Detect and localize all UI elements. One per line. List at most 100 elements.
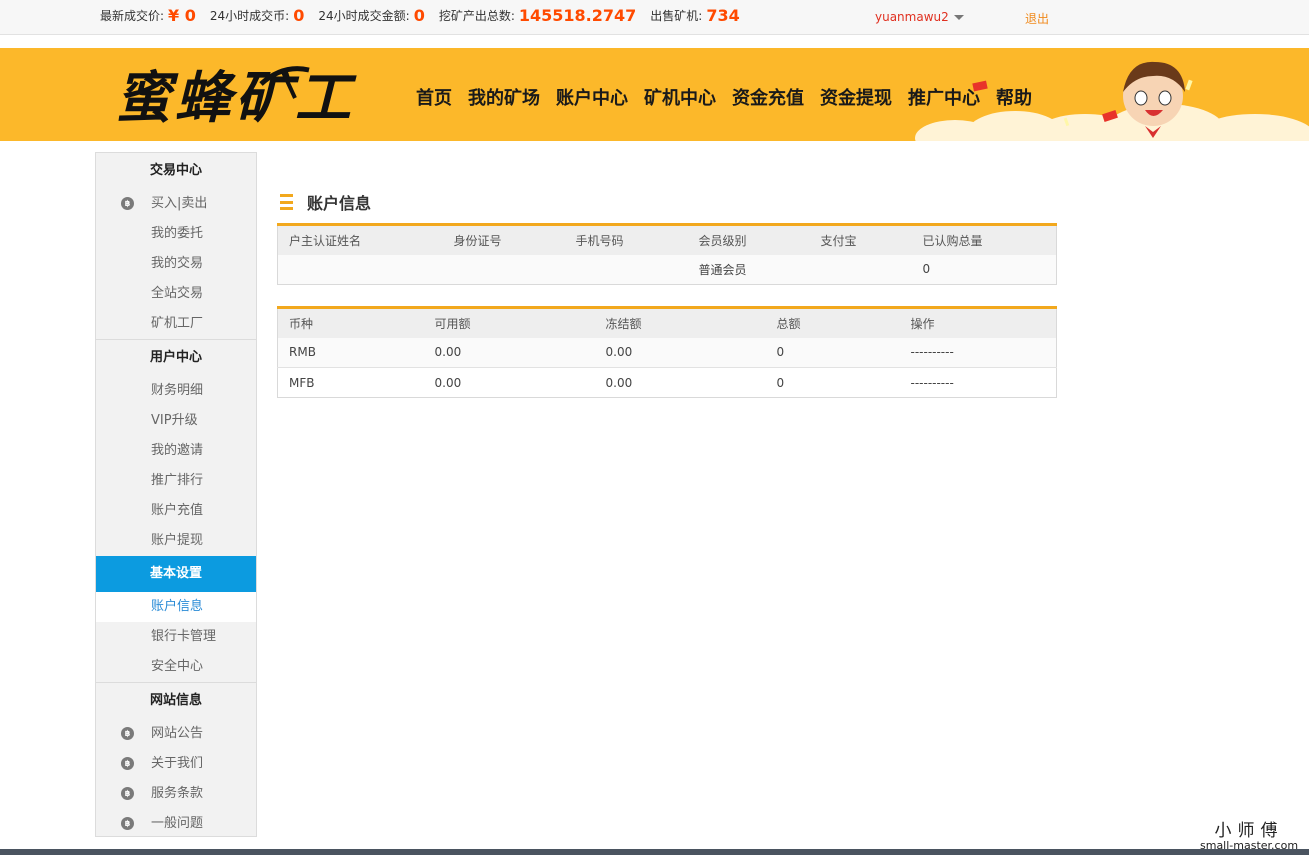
table-cell: ---------- bbox=[899, 367, 1057, 398]
coin-icon: ฿ bbox=[121, 787, 134, 800]
sidebar-item-label: 我的委托 bbox=[151, 226, 204, 241]
column-header: 已认购总量 bbox=[911, 224, 1057, 255]
column-header: 总额 bbox=[765, 307, 900, 338]
stat-label: 出售矿机: bbox=[650, 8, 703, 23]
stat-label: 24小时成交金额: bbox=[318, 8, 410, 23]
sidebar-item-label: 我的交易 bbox=[151, 256, 204, 271]
table-header-row: 户主认证姓名 身份证号 手机号码 会员级别 支付宝 已认购总量 bbox=[277, 224, 1057, 255]
top-stats-bar: 最新成交价: ¥ 0 24小时成交币: 0 24小时成交金额: 0 挖矿产出总数… bbox=[0, 0, 1309, 35]
logo-text: 蜜蜂矿工 bbox=[115, 65, 355, 131]
table-cell: 0.00 bbox=[423, 367, 595, 398]
stat-24h-amount: 24小时成交金额: 0 bbox=[318, 6, 424, 25]
sidebar-item-finance-detail[interactable]: 财务明细 bbox=[96, 376, 256, 406]
sidebar-item-account-info[interactable]: 账户信息 bbox=[96, 592, 256, 622]
column-header: 操作 bbox=[899, 307, 1057, 338]
watermark: 小师傅 small-master.com bbox=[1200, 816, 1298, 852]
sidebar-item-announcements[interactable]: ฿ 网站公告 bbox=[96, 719, 256, 749]
table-cell: MFB bbox=[277, 367, 424, 398]
table-cell: ---------- bbox=[899, 337, 1057, 368]
column-header: 会员级别 bbox=[687, 224, 810, 255]
table-row: MFB 0.00 0.00 0 ---------- bbox=[277, 367, 1057, 398]
page-title: 账户信息 bbox=[280, 190, 371, 214]
sidebar-item-all-trades[interactable]: 全站交易 bbox=[96, 279, 256, 309]
sidebar-item-label: 买入|卖出 bbox=[151, 196, 208, 211]
footer-bar bbox=[0, 849, 1309, 855]
sidebar-item-label: 银行卡管理 bbox=[151, 629, 217, 644]
sidebar-item-label: VIP升级 bbox=[151, 413, 198, 428]
stat-value: ¥ 0 bbox=[168, 5, 196, 25]
table-row: RMB 0.00 0.00 0 ---------- bbox=[277, 337, 1057, 368]
stat-value: 145518.2747 bbox=[518, 5, 637, 25]
table-cell: 普通会员 bbox=[687, 254, 810, 285]
sidebar-section-site-info: 网站信息 bbox=[149, 693, 202, 708]
stat-mining-output: 挖矿产出总数: 145518.2747 bbox=[439, 6, 636, 25]
username[interactable]: yuanmawu2 bbox=[875, 10, 949, 24]
mascot-illustration bbox=[915, 61, 1309, 141]
sidebar-item-my-orders[interactable]: 我的委托 bbox=[96, 219, 256, 249]
coin-icon: ฿ bbox=[121, 757, 134, 770]
sidebar-item-faq[interactable]: ฿ 一般问题 bbox=[96, 809, 256, 839]
sidebar-item-label: 服务条款 bbox=[151, 786, 204, 801]
sidebar-item-terms[interactable]: ฿ 服务条款 bbox=[96, 779, 256, 809]
pickaxe-icon bbox=[259, 66, 310, 99]
nav-miner-center[interactable]: 矿机中心 bbox=[644, 84, 716, 110]
column-header: 手机号码 bbox=[564, 224, 688, 255]
sidebar-item-about-us[interactable]: ฿ 关于我们 bbox=[96, 749, 256, 779]
table-header-row: 币种 可用额 冻结额 总额 操作 bbox=[277, 307, 1057, 338]
sidebar-item-promo-ranking[interactable]: 推广排行 bbox=[96, 466, 256, 496]
nav-account-center[interactable]: 账户中心 bbox=[556, 84, 628, 110]
wallet-table: 币种 可用额 冻结额 总额 操作 RMB 0.00 0.00 0 -------… bbox=[277, 306, 1057, 398]
table-cell bbox=[809, 254, 912, 285]
sidebar-item-vip-upgrade[interactable]: VIP升级 bbox=[96, 406, 256, 436]
stat-miners-sold: 出售矿机: 734 bbox=[650, 6, 739, 25]
stat-label: 挖矿产出总数: bbox=[438, 8, 515, 23]
sidebar-item-label: 账户提现 bbox=[151, 533, 204, 548]
table-cell: 0 bbox=[765, 367, 900, 398]
table-cell: 0 bbox=[765, 337, 900, 368]
logout-link[interactable]: 退出 bbox=[1025, 10, 1049, 27]
sidebar-section-basic-settings: 基本设置 bbox=[96, 556, 256, 592]
sidebar: 交易中心 ฿ 买入|卖出 我的委托 我的交易 全站交易 矿机工厂 用户中心 财务… bbox=[95, 152, 257, 837]
nav-my-mine[interactable]: 我的矿场 bbox=[468, 84, 540, 110]
sidebar-item-security-center[interactable]: 安全中心 bbox=[96, 652, 256, 682]
table-cell: 0.00 bbox=[423, 337, 595, 368]
sidebar-item-my-trades[interactable]: 我的交易 bbox=[96, 249, 256, 279]
sidebar-item-label: 账户充值 bbox=[151, 503, 204, 518]
table-cell: 0.00 bbox=[594, 337, 766, 368]
stat-value: 734 bbox=[706, 5, 740, 25]
sidebar-item-account-withdraw[interactable]: 账户提现 bbox=[96, 526, 256, 556]
sidebar-item-label: 一般问题 bbox=[151, 816, 204, 831]
site-header: 蜜蜂矿工 首页 我的矿场 账户中心 矿机中心 资金充值 资金提现 推广中心 帮助 bbox=[0, 48, 1309, 141]
stat-latest-price: 最新成交价: ¥ 0 bbox=[100, 6, 196, 25]
coin-icon: ฿ bbox=[121, 197, 134, 210]
coin-icon: ฿ bbox=[121, 727, 134, 740]
table-cell: RMB bbox=[277, 337, 424, 368]
list-icon bbox=[280, 194, 293, 210]
stat-label: 24小时成交币: bbox=[209, 8, 290, 23]
sidebar-item-my-invites[interactable]: 我的邀请 bbox=[96, 436, 256, 466]
sidebar-item-label: 网站公告 bbox=[151, 726, 204, 741]
table-cell bbox=[277, 254, 443, 285]
sidebar-item-label: 账户信息 bbox=[151, 599, 204, 614]
sidebar-item-label: 全站交易 bbox=[151, 286, 204, 301]
column-header: 币种 bbox=[277, 307, 424, 338]
sidebar-item-miner-factory[interactable]: 矿机工厂 bbox=[96, 309, 256, 339]
page-title-text: 账户信息 bbox=[307, 194, 372, 213]
nav-withdraw[interactable]: 资金提现 bbox=[820, 84, 892, 110]
sidebar-item-bank-cards[interactable]: 银行卡管理 bbox=[96, 622, 256, 652]
sidebar-item-buy-sell[interactable]: ฿ 买入|卖出 bbox=[96, 189, 256, 219]
table-cell: 0.00 bbox=[594, 367, 766, 398]
table-cell bbox=[442, 254, 565, 285]
stat-label: 最新成交价: bbox=[100, 8, 165, 23]
user-menu[interactable]: yuanmawu2 bbox=[875, 10, 964, 24]
column-header: 身份证号 bbox=[442, 224, 565, 255]
site-logo[interactable]: 蜜蜂矿工 bbox=[115, 60, 351, 132]
column-header: 户主认证姓名 bbox=[277, 224, 443, 255]
watermark-cn: 小师傅 bbox=[1214, 821, 1284, 841]
nav-deposit[interactable]: 资金充值 bbox=[732, 84, 804, 110]
table-cell bbox=[564, 254, 688, 285]
column-header: 支付宝 bbox=[809, 224, 912, 255]
nav-home[interactable]: 首页 bbox=[416, 84, 452, 110]
sidebar-item-account-deposit[interactable]: 账户充值 bbox=[96, 496, 256, 526]
chevron-down-icon[interactable] bbox=[953, 15, 964, 20]
